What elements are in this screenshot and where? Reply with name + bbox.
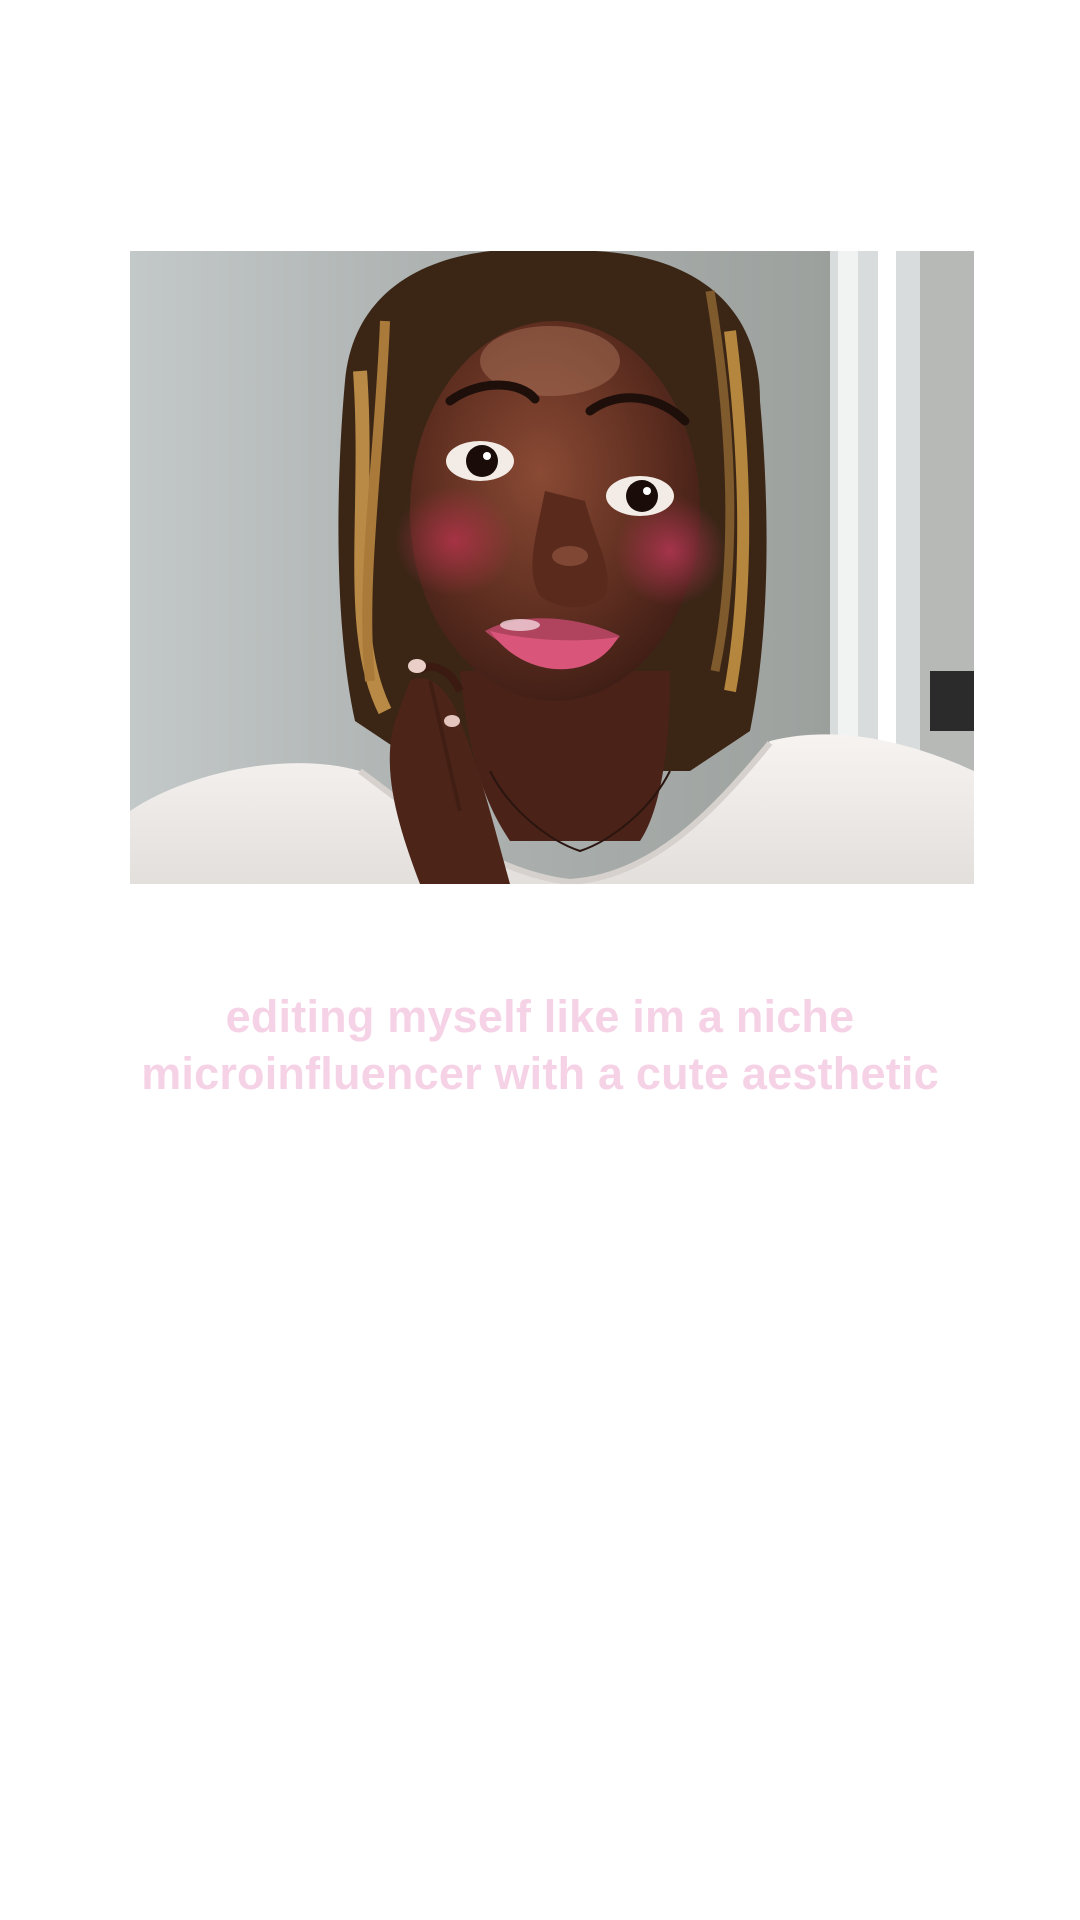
selfie-image xyxy=(130,251,974,884)
caption-text: editing myself like im a niche microinfl… xyxy=(141,991,939,1099)
video-frame[interactable] xyxy=(130,251,974,884)
